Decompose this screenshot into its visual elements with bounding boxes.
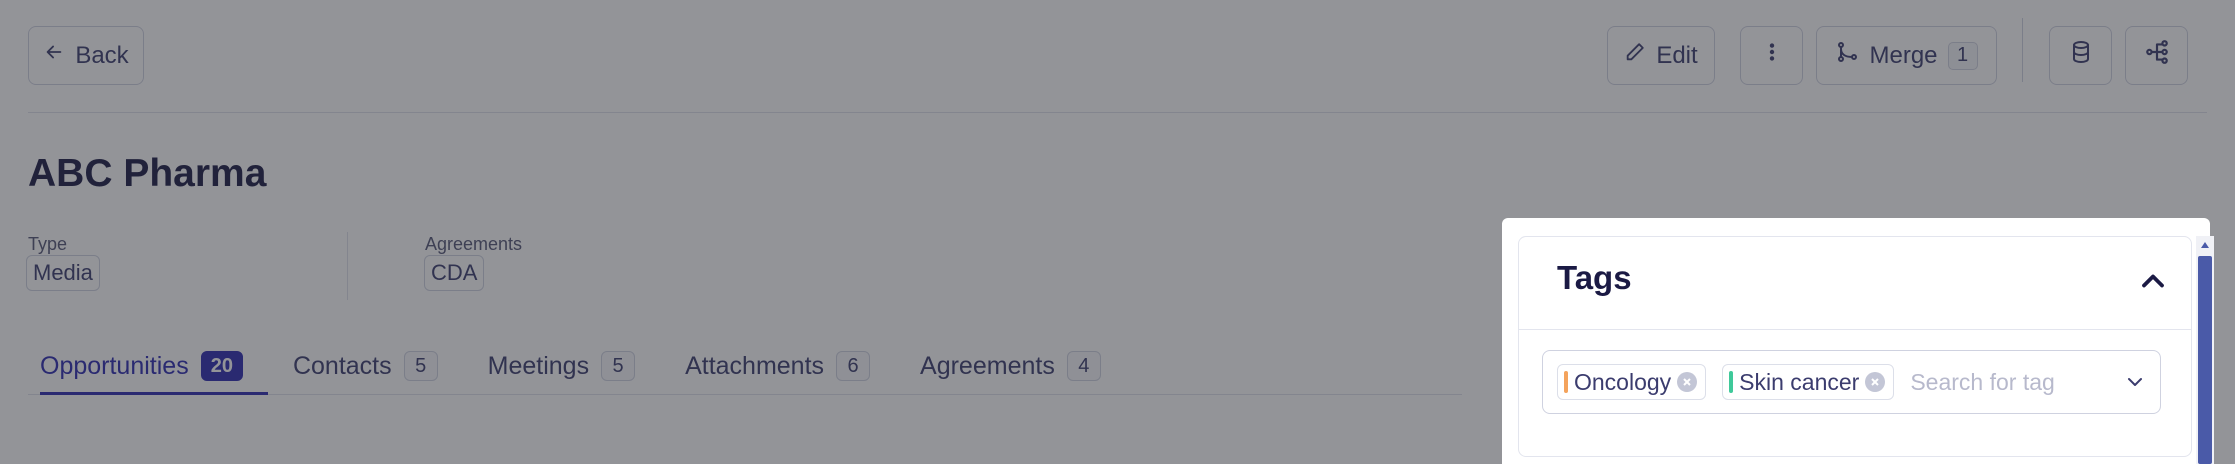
tag-chip-oncology: Oncology	[1557, 364, 1707, 400]
tag-search-input[interactable]	[1910, 368, 2101, 396]
tag-color-indicator	[1564, 371, 1568, 393]
tags-title: Tags	[1557, 259, 1632, 296]
chevron-down-icon[interactable]	[2120, 367, 2150, 397]
tag-label: Skin cancer	[1739, 368, 1860, 395]
tags-panel: Tags	[1502, 218, 2210, 464]
remove-tag-icon[interactable]	[1865, 372, 1886, 392]
chevron-up-icon[interactable]	[2135, 263, 2171, 299]
tag-label: Oncology	[1574, 368, 1672, 395]
tags-card: Tags	[1518, 236, 2192, 457]
tag-color-indicator	[1729, 371, 1734, 393]
scroll-up-icon[interactable]	[2196, 236, 2214, 254]
tags-header-divider	[1519, 329, 2191, 330]
tag-multiselect[interactable]: Oncology Skin cancer	[1542, 350, 2161, 414]
scrollbar-thumb[interactable]	[2198, 256, 2212, 464]
tag-chip-skin-cancer: Skin cancer	[1722, 364, 1895, 400]
remove-tag-icon[interactable]	[1677, 372, 1698, 392]
